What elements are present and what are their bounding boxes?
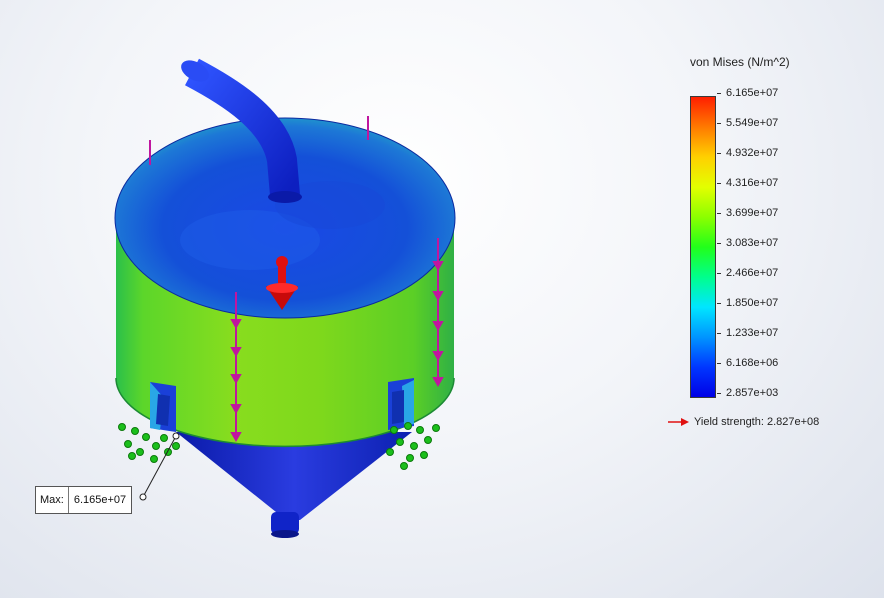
yield-strength-label: Yield strength: 2.827e+08 [694,416,820,428]
legend-tick: 3.083e+07 [717,237,778,249]
hopper-cone[interactable] [176,432,412,538]
legend-tick: 5.549e+07 [717,117,778,129]
max-probe-label: Max: [36,487,69,513]
legend-tick: 4.316e+07 [717,177,778,189]
legend-tick: 1.850e+07 [717,297,778,309]
max-probe-value: 6.165e+07 [73,494,127,506]
color-scale-bar[interactable] [690,96,716,398]
support-bracket-left[interactable] [150,382,176,432]
legend-tick: 6.165e+07 [717,87,778,99]
legend-tick: 2.466e+07 [717,267,778,279]
legend-title: von Mises (N/m^2) [690,55,790,69]
yield-strength-indicator: Yield strength: 2.827e+08 [668,416,819,428]
max-probe-leader [139,432,180,501]
max-probe-box[interactable]: Max: 6.165e+07 [35,486,133,514]
legend-tick: 3.699e+07 [717,207,778,219]
legend-tick: 6.168e+06 [717,357,778,369]
yield-arrow-icon [668,418,689,426]
support-bracket-right[interactable] [388,378,414,430]
legend-tick: 2.857e+03 [717,387,778,399]
legend-tick: 1.233e+07 [717,327,778,339]
legend-tick: 4.932e+07 [717,147,778,159]
